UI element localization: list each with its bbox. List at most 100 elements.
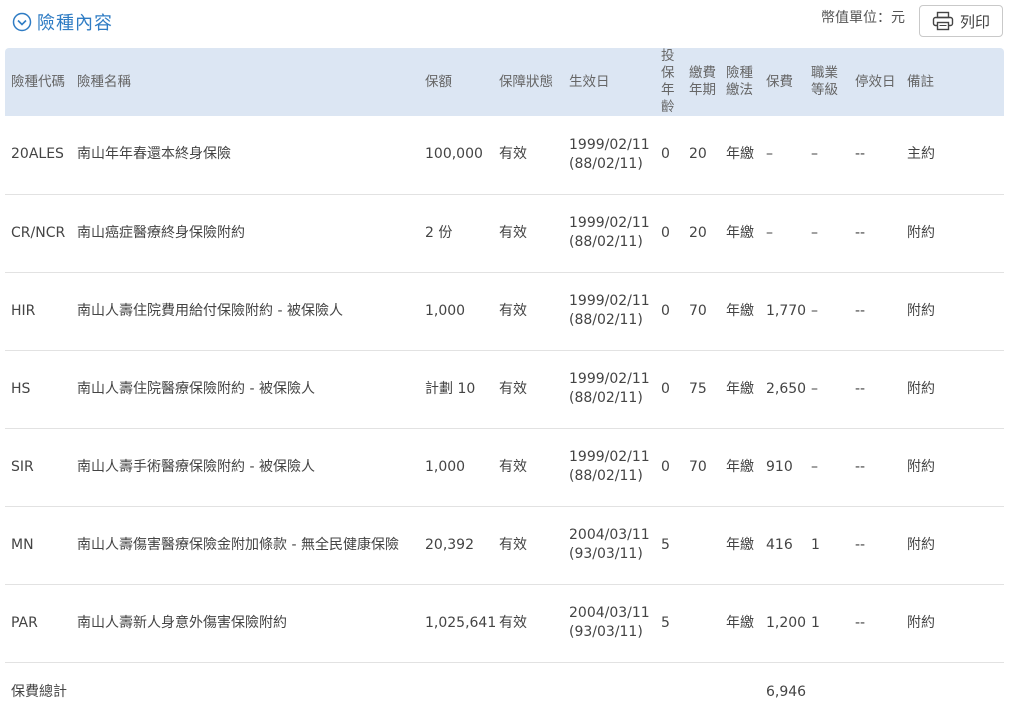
cell-premium: 2,650	[766, 380, 807, 397]
cell-name: 南山年年春還本終身保險	[77, 146, 231, 163]
print-button[interactable]: 列印	[919, 5, 1003, 37]
cell-job-class: 1	[811, 614, 820, 631]
cell-amount: 20,392	[425, 536, 474, 553]
section-toggle[interactable]: 險種內容	[12, 9, 113, 35]
total-value: 6,946	[766, 683, 807, 700]
cell-job-class: –	[811, 302, 818, 319]
table-row: HS 南山人壽住院醫療保險附約 - 被保險人 計劃 10 有效 1999/02/…	[5, 350, 1004, 428]
cell-job-class: 1	[811, 536, 820, 553]
cell-stop-date: --	[855, 224, 866, 241]
cell-note: 附約	[907, 536, 935, 553]
cell-name: 南山癌症醫療終身保險附約	[77, 224, 245, 241]
cell-status: 有效	[499, 536, 527, 553]
cell-code: HS	[11, 380, 31, 397]
cell-age: 5	[661, 614, 670, 631]
premium-total-row: 保費總計 6,946	[5, 662, 1004, 722]
header-job-class: 職業 等級	[811, 65, 838, 98]
coverage-table: 險種代碼 險種名稱 保額 保障狀態 生效日 投保 年齡 繳費 年期 險種 繳法 保費 …	[5, 48, 1004, 722]
cell-age: 0	[661, 224, 670, 241]
cell-status: 有效	[499, 302, 527, 319]
cell-name: 南山人壽傷害醫療保險金附加條款 - 無全民健康保險	[77, 536, 399, 553]
cell-effective-date: 1999/02/11 (88/02/11)	[569, 449, 650, 484]
cell-note: 附約	[907, 458, 935, 475]
cell-effective-date: 2004/03/11 (93/03/11)	[569, 605, 650, 640]
cell-age: 5	[661, 536, 670, 553]
cell-term: 75	[689, 380, 707, 397]
cell-status: 有效	[499, 614, 527, 631]
cell-stop-date: --	[855, 302, 866, 319]
cell-effective-date: 1999/02/11 (88/02/11)	[569, 215, 650, 250]
cell-premium: 1,770	[766, 302, 807, 319]
header-note: 備註	[907, 73, 934, 90]
header-effective-date: 生效日	[569, 73, 610, 90]
cell-term	[683, 584, 720, 662]
cell-amount: 100,000	[425, 146, 483, 163]
chevron-down-circle-icon	[12, 12, 32, 32]
print-label: 列印	[959, 12, 990, 31]
section-title: 險種內容	[37, 13, 113, 34]
cell-code: MN	[11, 536, 34, 553]
cell-effective-date: 1999/02/11 (88/02/11)	[569, 136, 650, 172]
table-header: 險種代碼 險種名稱 保額 保障狀態 生效日 投保 年齡 繳費 年期 險種 繳法 保費 …	[5, 48, 1004, 116]
cell-age: 0	[661, 458, 670, 475]
section-header: 險種內容 幣值單位：元 列印	[0, 0, 1010, 48]
cell-amount: 計劃 10	[425, 380, 476, 397]
cell-stop-date: --	[855, 380, 866, 397]
cell-job-class: –	[811, 146, 818, 163]
cell-job-class: –	[811, 458, 818, 475]
header-term: 繳費 年期	[689, 65, 716, 98]
header-code: 險種代碼	[11, 73, 65, 90]
cell-note: 主約	[907, 146, 935, 163]
cell-term: 20	[689, 224, 707, 241]
header-stop-date: 停效日	[855, 73, 896, 90]
cell-name: 南山人壽手術醫療保險附約 - 被保險人	[77, 458, 315, 475]
cell-premium: 1,200	[766, 614, 807, 631]
cell-amount: 2 份	[425, 224, 453, 241]
cell-note: 附約	[907, 224, 935, 241]
cell-term: 20	[689, 146, 707, 163]
cell-name: 南山人壽住院費用給付保險附約 - 被保險人	[77, 302, 343, 319]
cell-premium: –	[766, 146, 773, 163]
cell-stop-date: --	[855, 146, 866, 163]
table-row: HIR 南山人壽住院費用給付保險附約 - 被保險人 1,000 有效 1999/…	[5, 272, 1004, 350]
cell-amount: 1,000	[425, 458, 466, 475]
cell-code: PAR	[11, 614, 38, 631]
cell-effective-date: 1999/02/11 (88/02/11)	[569, 371, 650, 406]
cell-payment-method: 年繳	[726, 536, 754, 553]
header-amount: 保額	[425, 73, 452, 90]
header-status: 保障狀態	[499, 73, 553, 90]
cell-note: 附約	[907, 380, 935, 397]
cell-job-class: –	[811, 224, 818, 241]
header-name: 險種名稱	[77, 73, 131, 90]
cell-term	[683, 506, 720, 584]
header-payment-method: 險種 繳法	[726, 65, 753, 98]
cell-payment-method: 年繳	[726, 614, 754, 631]
cell-premium: 910	[766, 458, 793, 475]
cell-payment-method: 年繳	[726, 146, 754, 163]
currency-unit-label: 幣值單位：元	[821, 10, 905, 26]
cell-payment-method: 年繳	[726, 224, 754, 241]
cell-age: 0	[661, 380, 670, 397]
printer-icon	[932, 11, 954, 31]
total-label: 保費總計	[11, 683, 67, 700]
cell-amount: 1,000	[425, 302, 466, 319]
cell-stop-date: --	[855, 614, 866, 631]
cell-payment-method: 年繳	[726, 458, 754, 475]
cell-code: CR/NCR	[11, 224, 66, 241]
cell-amount: 1,025,641	[425, 614, 497, 631]
table-row: MN 南山人壽傷害醫療保險金附加條款 - 無全民健康保險 20,392 有效 2…	[5, 506, 1004, 584]
cell-code: HIR	[11, 302, 36, 319]
cell-note: 附約	[907, 614, 935, 631]
cell-age: 0	[661, 302, 670, 319]
cell-effective-date: 1999/02/11 (88/02/11)	[569, 293, 650, 328]
cell-code: 20ALES	[11, 146, 64, 163]
cell-status: 有效	[499, 146, 527, 163]
cell-name: 南山人壽新人身意外傷害保險附約	[77, 614, 287, 631]
cell-effective-date: 2004/03/11 (93/03/11)	[569, 527, 650, 562]
cell-premium: 416	[766, 536, 793, 553]
header-premium: 保費	[766, 73, 793, 90]
cell-status: 有效	[499, 458, 527, 475]
cell-note: 附約	[907, 302, 935, 319]
header-age: 投保 年齡	[661, 48, 675, 115]
cell-job-class: –	[811, 380, 818, 397]
